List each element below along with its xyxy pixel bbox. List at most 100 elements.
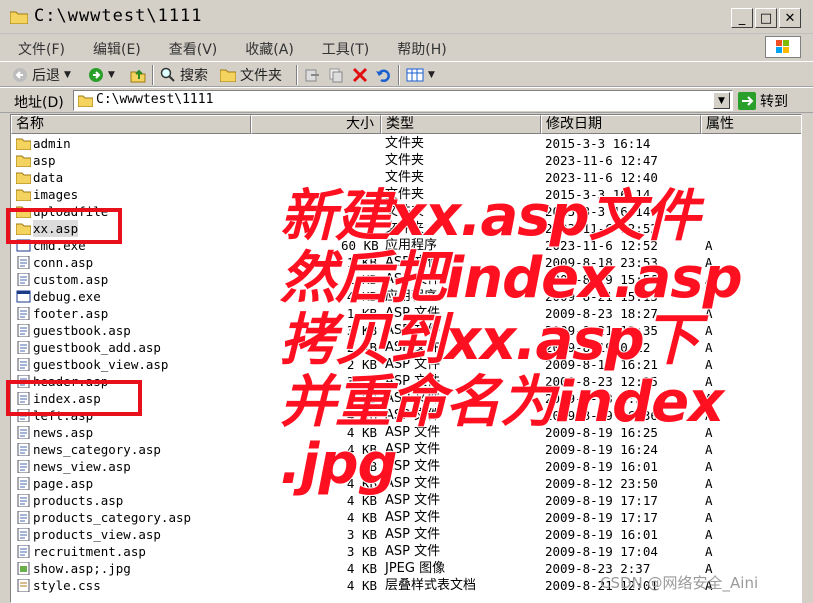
file-row[interactable]: xx.asp 文件夹 2023-11-6 12:52 (11, 220, 801, 237)
file-type: 文件夹 (385, 136, 425, 151)
file-date: 2009-8-19 17:04 (545, 544, 658, 559)
file-date: 2023-11-6 12:52 (545, 221, 658, 236)
file-row[interactable]: products_view.asp 3 KB ASP 文件 2009-8-19 16:… (11, 526, 801, 543)
file-row[interactable]: admin 文件夹 2015-3-3 16:14 (11, 135, 801, 152)
file-type: 应用程序 (385, 238, 438, 253)
file-size: 1 KB (346, 272, 377, 287)
file-size: 4 KB (346, 425, 377, 440)
maximize-button[interactable]: □ (755, 8, 777, 28)
standard-toolbar: 后退 ▼ ▼ 搜索 文件夹 ▼ (0, 61, 813, 87)
file-row[interactable]: products_category.asp 4 KB ASP 文件 2009-8-19… (11, 509, 801, 526)
file-row[interactable]: asp 文件夹 2023-11-6 12:47 (11, 152, 801, 169)
file-size: 2 KB (346, 340, 377, 355)
views-button[interactable]: ▼ (406, 65, 435, 85)
file-date: 2023-11-6 12:52 (545, 238, 658, 253)
folder-icon (220, 69, 236, 82)
close-button[interactable]: ✕ (779, 8, 801, 28)
file-row[interactable]: page.asp 4 KB ASP 文件 2009-8-12 23:50 A (11, 475, 801, 492)
file-attr: A (705, 272, 713, 287)
file-type: ASP 文件 (385, 527, 441, 542)
file-row[interactable]: footer.asp 1 KB ASP 文件 2009-8-23 18:27 A (11, 305, 801, 322)
column-header-date[interactable]: 修改日期 (541, 115, 701, 134)
file-attr: A (705, 255, 713, 270)
file-size: 4 KB (346, 289, 377, 304)
file-type: ASP 文件 (385, 255, 441, 270)
menu-item[interactable]: 帮助(H) (397, 39, 446, 59)
file-attr: A (705, 459, 713, 474)
file-size: 4 KB (346, 391, 377, 406)
file-list[interactable]: 名称 大小 类型 修改日期 属性 admin 文件夹 2015-3-3 16:14 a… (10, 114, 802, 603)
forward-button[interactable]: ▼ (88, 65, 115, 85)
file-size: 1 KB (346, 255, 377, 270)
file-type: ASP 文件 (385, 476, 441, 491)
file-name: data (33, 170, 64, 185)
file-size: 3 KB (346, 527, 377, 542)
menu-item[interactable]: 工具(T) (322, 39, 369, 59)
copy-to-button[interactable] (328, 65, 344, 85)
file-row[interactable]: cmd.exe 60 KB 应用程序 2023-11-6 12:52 A (11, 237, 801, 254)
file-row[interactable]: uploadfile 文件夹 2015-3-3 16:14 (11, 203, 801, 220)
column-header-name[interactable]: 名称 (11, 115, 251, 134)
file-name: debug.exe (33, 289, 101, 304)
address-input[interactable]: C:\wwwtest\1111 ▼ (73, 90, 733, 111)
menu-item[interactable]: 文件(F) (18, 39, 65, 59)
file-row[interactable]: news_category.asp 4 KB ASP 文件 2009-8-19 16:… (11, 441, 801, 458)
undo-button[interactable] (375, 65, 391, 85)
search-icon (160, 67, 175, 82)
views-icon (406, 68, 424, 82)
asp-file-icon (17, 256, 30, 269)
asp-file-icon (17, 358, 30, 371)
asp-file-icon (17, 273, 30, 286)
file-size: 2 KB (346, 459, 377, 474)
file-row[interactable]: conn.asp 1 KB ASP 文件 2009-8-18 23:53 A (11, 254, 801, 271)
file-row[interactable]: news.asp 4 KB ASP 文件 2009-8-19 16:25 A (11, 424, 801, 441)
file-row[interactable]: recruitment.asp 3 KB ASP 文件 2009-8-19 17:04… (11, 543, 801, 560)
delete-button[interactable] (352, 65, 368, 85)
file-type: 层叠样式表文档 (385, 578, 477, 593)
minimize-button[interactable]: _ (731, 8, 753, 28)
file-row[interactable]: guestbook_add.asp 2 KB ASP 文件 2009-8-19 0:1… (11, 339, 801, 356)
asp-file-icon (17, 545, 30, 558)
file-date: 2009-8-19 17:17 (545, 510, 658, 525)
column-header-size[interactable]: 大小 (251, 115, 381, 134)
explorer-window: C:\wwwtest\1111 _ □ ✕ 文件(F) 编辑(E) 查看(V) 收藏(… (0, 0, 813, 603)
copy-to-icon (329, 68, 343, 83)
file-row[interactable]: guestbook.asp 3 KB ASP 文件 2009-8-21 12:35 A (11, 322, 801, 339)
file-type: ASP 文件 (385, 510, 441, 525)
up-folder-icon (130, 69, 146, 83)
file-type: ASP 文件 (385, 442, 441, 457)
folder-icon (10, 11, 28, 24)
go-button[interactable]: 转到 (738, 91, 788, 111)
up-folder-button[interactable] (130, 65, 146, 85)
file-date: 2015-3-3 16:14 (545, 187, 651, 202)
file-row[interactable]: custom.asp 1 KB ASP 文件 2009-8-19 15:56 A (11, 271, 801, 288)
file-row[interactable]: images 文件夹 2015-3-3 16:14 (11, 186, 801, 203)
folder-icon (16, 155, 31, 167)
search-button[interactable]: 搜索 (160, 65, 208, 85)
file-attr: A (705, 442, 713, 457)
column-header-type[interactable]: 类型 (381, 115, 541, 134)
menu-item[interactable]: 查看(V) (169, 39, 218, 59)
file-date: 2009-8-19 17:17 (545, 493, 658, 508)
file-attr: A (705, 374, 713, 389)
file-type: ASP 文件 (385, 544, 441, 559)
file-row[interactable]: data 文件夹 2023-11-6 12:40 (11, 169, 801, 186)
file-type: ASP 文件 (385, 459, 441, 474)
move-to-button[interactable] (304, 65, 320, 85)
file-row[interactable]: news_view.asp 2 KB ASP 文件 2009-8-19 16:01 A (11, 458, 801, 475)
file-size: 2 KB (346, 357, 377, 372)
file-row[interactable]: products.asp 4 KB ASP 文件 2009-8-19 17:17 A (11, 492, 801, 509)
menu-item[interactable]: 编辑(E) (93, 39, 141, 59)
file-row[interactable]: guestbook_view.asp 2 KB ASP 文件 2009-8-19 16… (11, 356, 801, 373)
file-name: guestbook_view.asp (33, 357, 169, 372)
back-button[interactable]: 后退 ▼ (12, 65, 71, 85)
address-dropdown-button[interactable]: ▼ (713, 92, 730, 109)
file-size: 4 KB (346, 493, 377, 508)
folders-button[interactable]: 文件夹 (220, 65, 282, 85)
back-arrow-icon (13, 68, 27, 82)
column-header-attr[interactable]: 属性 (701, 115, 801, 134)
file-type: ASP 文件 (385, 408, 441, 423)
menu-item[interactable]: 收藏(A) (245, 39, 294, 59)
file-row[interactable]: debug.exe 4 KB 应用程序 2009-8-21 15:15 A (11, 288, 801, 305)
file-attr: A (705, 408, 713, 423)
